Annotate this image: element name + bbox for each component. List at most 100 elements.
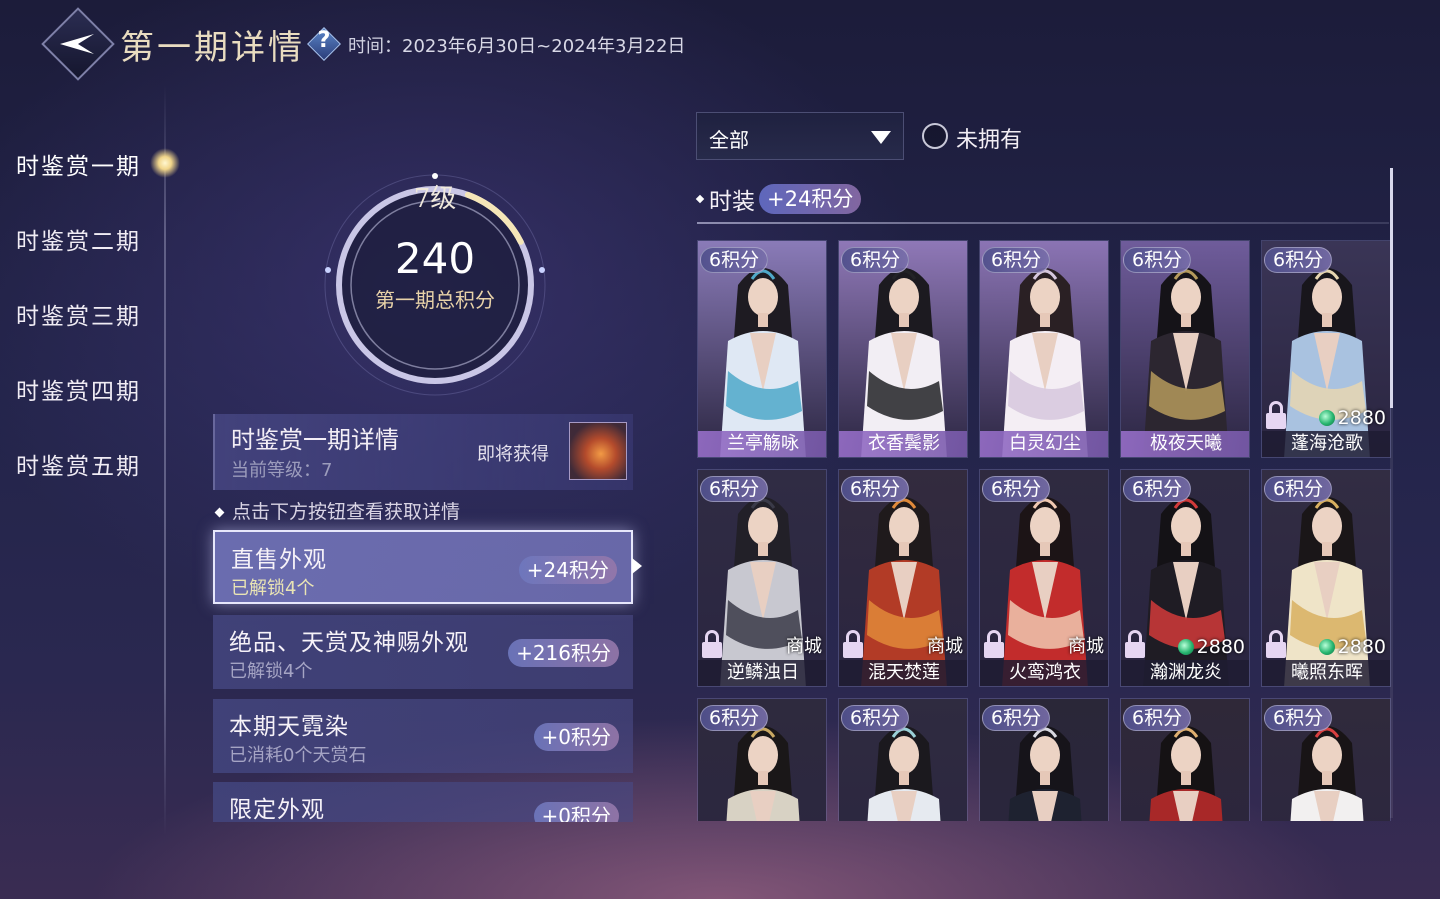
event-time: 时间：2023年6月30日~2024年3月22日 [348,32,685,58]
jade-currency-icon [1318,639,1335,655]
costume-name: 瀚渊龙炎 [1121,660,1249,686]
lock-body [984,642,1004,658]
costume-card[interactable]: 6积分 衣香鬓影 [838,240,968,458]
level-text: 7级 [413,184,457,214]
costume-card[interactable]: 6积分 [979,698,1109,821]
nav-item-2[interactable]: 时鉴赏二期 [16,222,141,256]
costume-grid: 6积分 兰亭觞咏 6积分 衣香鬓影 6积分 白灵幻尘 6积分 极夜天曦 6积分 2880 蓬海沧歌 6… [697,240,1392,821]
nav-item-5[interactable]: 时鉴赏五期 [16,447,141,481]
header: 第一期详情 ? 时间：2023年6月30日~2024年3月22日 [0,0,1440,90]
time-value: 2023年6月30日~2024年3月22日 [402,36,686,57]
question-icon[interactable]: ? [306,26,342,62]
radio-button[interactable] [922,123,948,149]
source-label: 商城 [1068,636,1104,657]
costume-card[interactable]: 6积分 [838,698,968,821]
costume-card[interactable]: 6积分 商城 逆鳞浊日 [697,469,827,687]
lock-body [702,642,722,658]
points-badge: 6积分 [700,247,769,273]
nav-item-3[interactable]: 时鉴赏三期 [16,297,141,331]
price-tag: 2880 [1177,636,1245,658]
category-card[interactable]: 限定外观 +0积分 [213,782,633,822]
score-ring: 7级 240 第一期总积分 [320,170,550,400]
costume-card[interactable]: 6积分 [697,698,827,821]
filter-value: 全部 [709,128,749,152]
character-figure [861,268,947,457]
season-detail-card[interactable]: 时鉴赏一期详情 当前等级：7 即将获得 [213,414,633,490]
costume-card[interactable]: 6积分 [1261,698,1391,821]
nav-item-1[interactable]: 时鉴赏一期 [16,147,141,181]
costume-name: 蓬海沧歌 [1262,431,1390,457]
costume-card[interactable]: 6积分极夜天曦 [1120,240,1250,458]
points-badge: 6积分 [982,476,1051,502]
costume-card[interactable]: 6积分 2880 曦照东晖 [1261,469,1391,687]
page-title: 第一期详情 [120,28,305,68]
help-glyph: ? [317,28,331,53]
price-value: 2880 [1337,407,1386,429]
lock-icon [982,630,1006,660]
lock-body [1266,642,1286,658]
costume-name: 曦照东晖 [1262,660,1390,686]
points-badge: 6积分 [1123,476,1192,502]
points-badge: 6积分 [700,476,769,502]
scrollbar-thumb[interactable] [1390,168,1393,408]
category-card[interactable]: 本期天霓染已消耗0个天赏石 +0积分 [213,699,633,773]
active-indicator-icon [150,148,180,178]
points-badge: 6积分 [1123,247,1192,273]
lock-body [1266,413,1286,429]
costume-card[interactable]: 6积分 2880 蓬海沧歌 [1261,240,1391,458]
costume-card[interactable]: 6积分 2880 瀚渊龙炎 [1120,469,1250,687]
nav-item-4[interactable]: 时鉴赏四期 [16,372,141,406]
total-score-label: 第一期总积分 [375,288,495,312]
points-badge: 6积分 [841,476,910,502]
costume-card[interactable]: 6积分白灵幻尘 [979,240,1109,458]
costume-name: 白灵幻尘 [980,431,1108,457]
jade-currency-icon [1318,410,1335,426]
price-value: 2880 [1196,636,1245,658]
section-divider [697,222,1389,224]
category-title: 本期天霓染 [229,714,349,740]
costume-name: 混天焚莲 [839,660,967,686]
caret-down-icon [871,131,891,144]
current-level: 当前等级：7 [231,460,333,481]
category-title: 绝品、天赏及神赐外观 [229,630,469,656]
costume-name: 火鸾鸿衣 [980,660,1108,686]
bullet-icon [214,507,225,518]
points-badge: 6积分 [1123,705,1192,731]
total-score: 240 [394,234,476,283]
hint-text: 点击下方按钮查看获取详情 [214,497,461,524]
costume-card[interactable]: 6积分 [1120,698,1250,821]
upcoming-label: 即将获得 [477,444,549,465]
points-badge: 6积分 [1264,705,1333,731]
hint-label: 点击下方按钮查看获取详情 [232,501,461,523]
costume-name: 逆鳞浊日 [698,660,826,686]
reward-thumbnail[interactable] [569,422,627,480]
lock-icon [841,630,865,660]
costume-name: 极夜天曦 [1121,431,1249,457]
detail-title: 时鉴赏一期详情 [231,426,399,454]
price-value: 2880 [1337,636,1386,658]
category-subtitle: 已消耗0个天赏石 [229,745,367,766]
category-card[interactable]: 直售外观 已解锁4个 +24积分 [213,530,633,604]
points-badge: 6积分 [982,247,1051,273]
filter-dropdown[interactable]: 全部 [696,112,904,160]
category-points: +0积分 [533,802,619,822]
points-badge: 6积分 [700,705,769,731]
category-title: 直售外观 [231,547,327,573]
points-badge: 6积分 [1264,247,1333,273]
character-figure [720,268,806,457]
category-points: +0积分 [533,723,619,751]
source-label: 商城 [927,636,963,657]
category-card[interactable]: 绝品、天赏及神赐外观 已解锁4个 +216积分 [213,615,633,689]
price-tag: 2880 [1318,407,1386,429]
unowned-label: 未拥有 [956,128,1023,153]
costume-card[interactable]: 6积分商城混天焚莲 [838,469,968,687]
unowned-filter[interactable]: 未拥有 [922,122,1042,153]
section-heading: 时装 +24积分 [695,182,862,216]
lock-body [843,642,863,658]
lock-icon [1264,401,1288,431]
bullet-icon [695,194,705,204]
costume-card[interactable]: 6积分商城火鸾鸿衣 [979,469,1109,687]
costume-card[interactable]: 6积分 兰亭觞咏 [697,240,827,458]
lock-icon [700,630,724,660]
price-tag: 2880 [1318,636,1386,658]
